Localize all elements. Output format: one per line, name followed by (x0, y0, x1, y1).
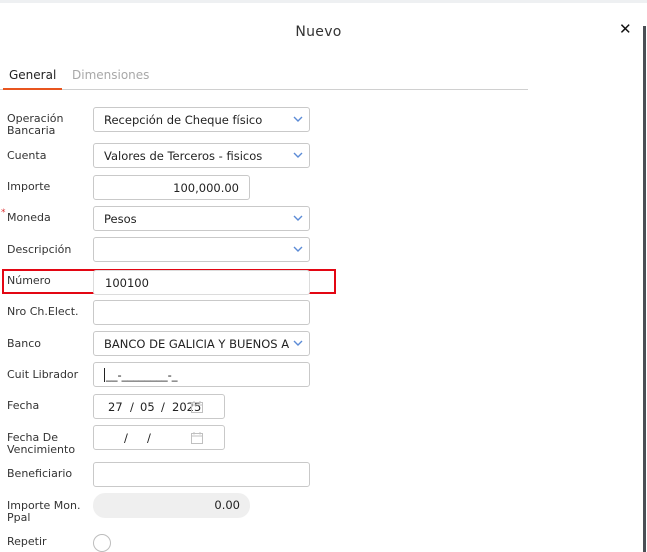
close-icon[interactable]: ✕ (619, 20, 633, 38)
nro-ch-elect-label: Nro Ch.Elect. (7, 305, 79, 318)
calendar-icon[interactable] (191, 401, 203, 413)
cuit-librador-label: Cuit Librador (7, 368, 79, 381)
importe-mon-ppal-value: 0.00 (214, 498, 240, 512)
importe-mon-ppal-label: Importe Mon. Ppal (7, 499, 81, 524)
importe-mon-ppal-field: 0.00 (93, 493, 250, 518)
fecha-day: 27 (108, 400, 123, 414)
moneda-value: Pesos (104, 212, 137, 226)
tab-dimensiones[interactable]: Dimensiones (72, 68, 149, 90)
chevron-down-icon (293, 152, 303, 158)
fecha-vencimiento-input[interactable]: / / (93, 425, 225, 450)
fecha-sep: / (130, 400, 134, 414)
fecha-label: Fecha (7, 399, 40, 412)
importe-input[interactable]: 100,000.00 (93, 175, 250, 200)
numero-label: Número (7, 274, 51, 287)
nro-ch-elect-input[interactable] (93, 300, 310, 325)
numero-value: 100100 (105, 276, 149, 290)
importe-value: 100,000.00 (173, 181, 239, 195)
required-marker: * (1, 208, 6, 218)
banco-value: BANCO DE GALICIA Y BUENOS A (104, 337, 290, 351)
dialog-edge (643, 26, 646, 552)
operacion-label: Operación Bancaria (7, 112, 64, 137)
fecha-vencimiento-label: Fecha De Vencimiento (7, 431, 76, 456)
numero-input[interactable]: 100100 (93, 270, 310, 295)
banco-label: Banco (7, 337, 42, 350)
beneficiario-input[interactable] (93, 462, 310, 487)
fecha-month: 05 (140, 400, 155, 414)
fecha-vencimiento-sep: / (124, 431, 128, 445)
operacion-select[interactable]: Recepción de Cheque físico (93, 107, 310, 132)
tab-bar: General Dimensiones (0, 68, 528, 90)
cuenta-select[interactable]: Valores de Terceros - fisicos (93, 143, 310, 168)
tab-general[interactable]: General (3, 68, 63, 90)
chevron-down-icon (293, 116, 303, 122)
top-divider (0, 0, 647, 3)
operacion-value: Recepción de Cheque físico (104, 113, 263, 127)
cuenta-label: Cuenta (7, 149, 47, 162)
calendar-icon[interactable] (191, 432, 203, 444)
banco-select[interactable]: BANCO DE GALICIA Y BUENOS A (93, 331, 310, 356)
importe-label: Importe (7, 180, 51, 193)
cuit-librador-input[interactable]: __-________-_ (93, 362, 310, 387)
cuenta-value: Valores de Terceros - fisicos (104, 149, 263, 163)
moneda-select[interactable]: Pesos (93, 206, 310, 231)
moneda-label: Moneda (7, 211, 51, 224)
fecha-sep: / (161, 400, 165, 414)
beneficiario-label: Beneficiario (7, 467, 73, 480)
dialog-title: Nuevo (295, 24, 342, 40)
chevron-down-icon (293, 215, 303, 221)
repetir-label: Repetir (7, 535, 47, 548)
repetir-toggle[interactable] (93, 534, 111, 552)
descripcion-select[interactable] (93, 237, 310, 262)
fecha-vencimiento-sep: / (147, 431, 151, 445)
chevron-down-icon (293, 340, 303, 346)
chevron-down-icon (293, 246, 303, 252)
descripcion-label: Descripción (7, 243, 72, 256)
fecha-input[interactable]: 27 / 05 / 2025 (93, 394, 225, 419)
cuit-librador-value: __-________-_ (104, 368, 178, 382)
